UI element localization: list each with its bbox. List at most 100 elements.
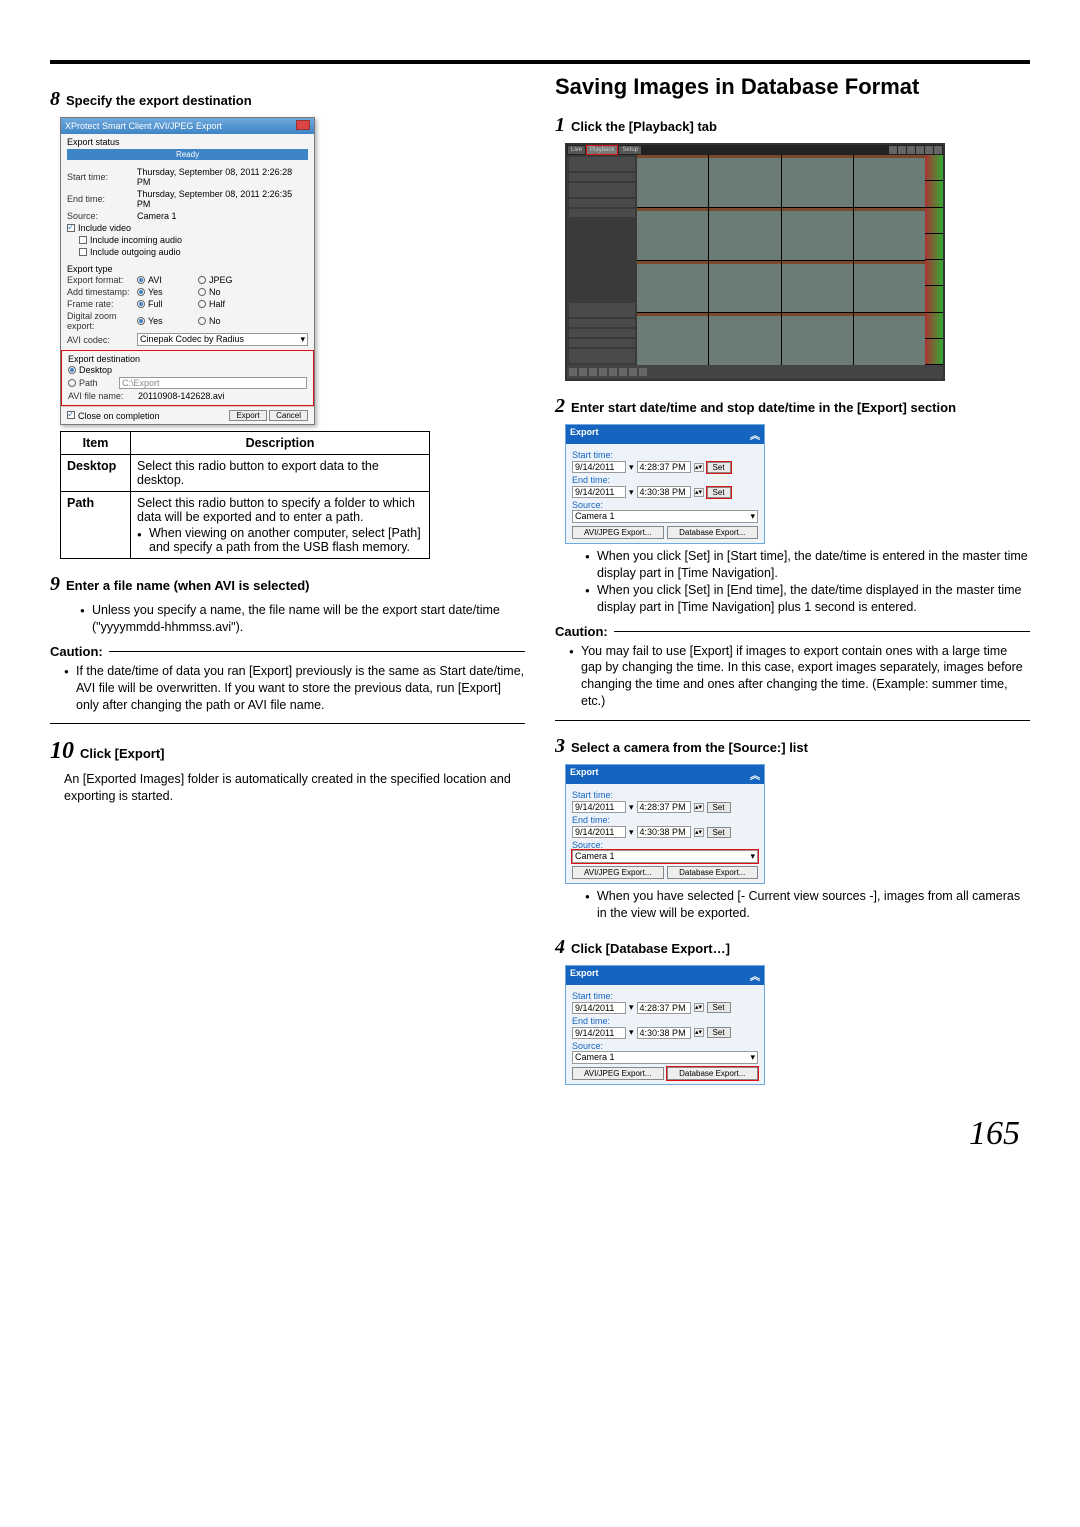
tab-setup[interactable]: Setup	[619, 146, 641, 154]
th-desc: Description	[131, 432, 430, 455]
row-desktop-desc: Select this radio button to export data …	[131, 455, 430, 492]
include-video-check[interactable]	[67, 224, 75, 232]
caution-label: Caution:	[50, 644, 103, 659]
caution-2-list: You may fail to use [Export] if images t…	[569, 643, 1030, 711]
jpeg-radio[interactable]	[198, 276, 206, 284]
tab-live[interactable]: Live	[568, 146, 585, 154]
set-end-button[interactable]: Set	[707, 1027, 731, 1038]
desktop-radio[interactable]	[68, 366, 76, 374]
chevron-down-icon: ▾	[750, 851, 755, 862]
export-button[interactable]: Export	[229, 410, 266, 421]
codec-value: Cinepak Codec by Radius	[140, 334, 244, 345]
chevron-down-icon[interactable]: ▾	[629, 827, 634, 838]
cancel-button[interactable]: Cancel	[269, 410, 308, 421]
collapse-icon[interactable]: ︽	[750, 968, 760, 983]
set-end-button[interactable]: Set	[707, 487, 731, 498]
ts-no-radio[interactable]	[198, 288, 206, 296]
spinner-icon[interactable]: ▴▾	[694, 828, 704, 837]
chevron-down-icon: ▾	[750, 1052, 755, 1063]
database-export-button[interactable]: Database Export...	[667, 1067, 759, 1080]
close-icon[interactable]	[296, 120, 310, 130]
row-path-desc-b: When viewing on another computer, select…	[137, 526, 423, 554]
zoom-yes-radio[interactable]	[137, 317, 145, 325]
end-time-value: Thursday, September 08, 2011 2:26:35 PM	[137, 189, 308, 209]
source-select[interactable]: Camera 1▾	[572, 1051, 758, 1064]
codec-select[interactable]: Cinepak Codec by Radius▾	[137, 333, 308, 346]
tab-playback[interactable]: Playback	[587, 146, 617, 154]
fr-full-radio[interactable]	[137, 300, 145, 308]
avi-file-value: 20110908-142628.avi	[138, 391, 224, 401]
row-path-desc-a: Select this radio button to specify a fo…	[137, 496, 423, 524]
start-date-input[interactable]: 9/14/2011	[572, 461, 626, 473]
chevron-down-icon[interactable]: ▾	[629, 1027, 634, 1038]
include-incoming-audio-check[interactable]	[79, 236, 87, 244]
start-time-input[interactable]: 4:28:37 PM	[637, 461, 691, 473]
caution-label: Caution:	[555, 624, 608, 639]
timeline-strip	[925, 155, 943, 365]
ts-yes-radio[interactable]	[137, 288, 145, 296]
spinner-icon[interactable]: ▴▾	[694, 488, 704, 497]
set-start-button[interactable]: Set	[707, 802, 731, 813]
step-4-num: 4	[555, 936, 565, 959]
set-start-button[interactable]: Set	[707, 462, 731, 473]
zoom-no-radio[interactable]	[198, 317, 206, 325]
spinner-icon[interactable]: ▴▾	[694, 1028, 704, 1037]
source-select[interactable]: Camera 1▾	[572, 510, 758, 523]
chevron-down-icon[interactable]: ▾	[629, 1002, 634, 1013]
window-buttons[interactable]	[295, 120, 310, 132]
spinner-icon[interactable]: ▴▾	[694, 463, 704, 472]
start-date-input[interactable]: 9/14/2011	[572, 801, 626, 813]
timestamp-label: Add timestamp:	[67, 287, 137, 297]
avi-radio[interactable]	[137, 276, 145, 284]
chevron-down-icon[interactable]: ▾	[629, 487, 634, 498]
end-time-input[interactable]: 4:30:38 PM	[637, 826, 691, 838]
th-item: Item	[61, 432, 131, 455]
end-date-input[interactable]: 9/14/2011	[572, 486, 626, 498]
step-10-text: Click [Export]	[80, 746, 165, 761]
avi-jpeg-export-button[interactable]: AVI/JPEG Export...	[572, 526, 664, 539]
start-time-input[interactable]: 4:28:37 PM	[637, 801, 691, 813]
step-8-text: Specify the export destination	[66, 93, 252, 108]
close-on-completion-check[interactable]	[67, 411, 75, 419]
set-start-button[interactable]: Set	[707, 1002, 731, 1013]
step-2-bullet-1: When you click [Set] in [Start time], th…	[585, 548, 1030, 582]
end-date-input[interactable]: 9/14/2011	[572, 1027, 626, 1039]
playback-controls[interactable]	[567, 365, 943, 379]
source-select[interactable]: Camera 1▾	[572, 850, 758, 863]
avi-jpeg-export-button[interactable]: AVI/JPEG Export...	[572, 1067, 664, 1080]
avi-jpeg-export-button[interactable]: AVI/JPEG Export...	[572, 866, 664, 879]
step-10: 10 Click [Export]	[50, 738, 525, 765]
ready-progress: Ready	[67, 149, 308, 160]
step-4-text: Click [Database Export…]	[571, 941, 730, 956]
export-type-label: Export type	[67, 264, 308, 274]
caution-rule	[109, 651, 525, 652]
start-date-input[interactable]: 9/14/2011	[572, 1002, 626, 1014]
path-input[interactable]: C:\Export	[119, 377, 307, 389]
divider-before-10	[50, 723, 525, 724]
row-path: Path	[61, 492, 131, 559]
collapse-icon[interactable]: ︽	[750, 427, 760, 442]
collapse-icon[interactable]: ︽	[750, 767, 760, 782]
fr-half-radio[interactable]	[198, 300, 206, 308]
step-3-bullets: When you have selected [- Current view s…	[585, 888, 1030, 922]
end-time-input[interactable]: 4:30:38 PM	[637, 486, 691, 498]
section-title: Saving Images in Database Format	[555, 74, 1030, 100]
chevron-down-icon[interactable]: ▾	[629, 802, 634, 813]
database-export-button[interactable]: Database Export...	[667, 866, 759, 879]
start-time-input[interactable]: 4:28:37 PM	[637, 1002, 691, 1014]
database-export-button[interactable]: Database Export...	[667, 526, 759, 539]
step-1-num: 1	[555, 114, 565, 137]
spinner-icon[interactable]: ▴▾	[694, 803, 704, 812]
export-panel-2: Export︽ Start time: 9/14/2011▾ 4:28:37 P…	[565, 764, 765, 884]
path-radio[interactable]	[68, 379, 76, 387]
source-value: Camera 1	[137, 211, 177, 221]
start-time-label: Start time:	[572, 991, 758, 1001]
end-time-input[interactable]: 4:30:38 PM	[637, 1027, 691, 1039]
set-end-button[interactable]: Set	[707, 827, 731, 838]
spinner-icon[interactable]: ▴▾	[694, 1003, 704, 1012]
chevron-down-icon[interactable]: ▾	[629, 462, 634, 473]
include-outgoing-audio-check[interactable]	[79, 248, 87, 256]
end-date-input[interactable]: 9/14/2011	[572, 826, 626, 838]
start-time-label: Start time:	[67, 172, 137, 182]
start-time-label: Start time:	[572, 790, 758, 800]
